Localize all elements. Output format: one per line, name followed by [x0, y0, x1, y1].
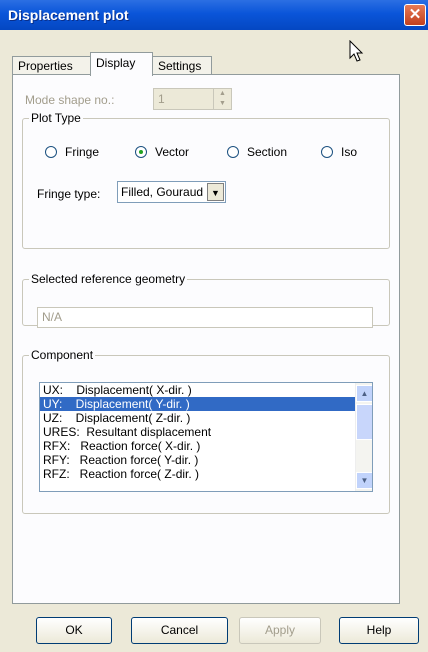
radio-circle-icon — [321, 146, 333, 158]
close-icon: ✕ — [408, 6, 422, 23]
fringe-type-select[interactable]: Filled, Gouraud ▼ — [117, 181, 226, 203]
mouse-pointer-icon — [349, 40, 364, 62]
list-item-ures[interactable]: URES: Resultant displacement — [40, 425, 372, 439]
chevron-up-icon[interactable]: ▲ — [356, 385, 372, 402]
mode-shape-spinner: 1 ▲ ▼ — [153, 88, 232, 110]
radio-fringe-label: Fringe — [65, 145, 100, 159]
reference-geometry-legend: Selected reference geometry — [31, 272, 186, 286]
tab-properties[interactable]: Properties — [12, 56, 91, 75]
radio-vector-label: Vector — [155, 145, 190, 159]
help-button[interactable]: Help — [339, 617, 419, 644]
plot-type-group: Plot Type Fringe Vector Section Iso Frin… — [22, 111, 390, 249]
chevron-down-icon[interactable]: ▼ — [356, 472, 372, 489]
list-item-rfx[interactable]: RFX: Reaction force( X-dir. ) — [40, 439, 372, 453]
list-item-rfz[interactable]: RFZ: Reaction force( Z-dir. ) — [40, 467, 372, 481]
cancel-button[interactable]: Cancel — [131, 617, 228, 644]
list-item-ux[interactable]: UX: Displacement( X-dir. ) — [40, 383, 372, 397]
tab-settings[interactable]: Settings — [152, 56, 212, 75]
display-tab-panel: Mode shape no.: 1 ▲ ▼ Plot Type Fringe V… — [12, 74, 400, 604]
chevron-down-icon[interactable]: ▼ — [207, 183, 224, 201]
radio-section-label: Section — [247, 145, 288, 159]
radio-iso[interactable]: Iso — [321, 145, 357, 159]
list-item-uy[interactable]: UY: Displacement( Y-dir. ) — [40, 397, 372, 411]
radio-section[interactable]: Section — [227, 145, 287, 159]
title-bar[interactable]: Displacement plot ✕ — [0, 0, 428, 30]
spin-down-icon: ▼ — [219, 100, 226, 107]
scroll-thumb[interactable] — [356, 404, 372, 440]
mode-shape-label: Mode shape no.: — [25, 93, 115, 107]
apply-button[interactable]: Apply — [239, 617, 321, 644]
plot-type-legend: Plot Type — [31, 111, 81, 125]
close-button[interactable]: ✕ — [404, 4, 426, 26]
mode-shape-value: 1 — [158, 92, 165, 106]
component-listbox[interactable]: UX: Displacement( X-dir. ) UY: Displacem… — [39, 382, 373, 492]
reference-geometry-field[interactable]: N/A — [37, 307, 373, 328]
component-group: Component UX: Displacement( X-dir. ) UY:… — [22, 348, 390, 514]
radio-circle-icon — [45, 146, 57, 158]
tab-display[interactable]: Display — [90, 52, 153, 76]
reference-geometry-group: Selected reference geometry N/A — [22, 272, 390, 328]
fringe-type-value: Filled, Gouraud — [121, 185, 204, 199]
radio-circle-icon — [227, 146, 239, 158]
ok-button[interactable]: OK — [36, 617, 112, 644]
list-scrollbar[interactable]: ▲ ▼ — [355, 383, 372, 491]
list-item-uz[interactable]: UZ: Displacement( Z-dir. ) — [40, 411, 372, 425]
radio-vector[interactable]: Vector — [135, 145, 189, 159]
component-legend: Component — [31, 348, 94, 362]
fringe-type-label: Fringe type: — [37, 187, 101, 201]
radio-fringe[interactable]: Fringe — [45, 145, 99, 159]
window-title: Displacement plot — [8, 7, 129, 23]
spin-up-icon: ▲ — [219, 90, 226, 97]
radio-iso-label: Iso — [341, 145, 358, 159]
list-item-rfy[interactable]: RFY: Reaction force( Y-dir. ) — [40, 453, 372, 467]
radio-selected-icon — [135, 146, 147, 158]
